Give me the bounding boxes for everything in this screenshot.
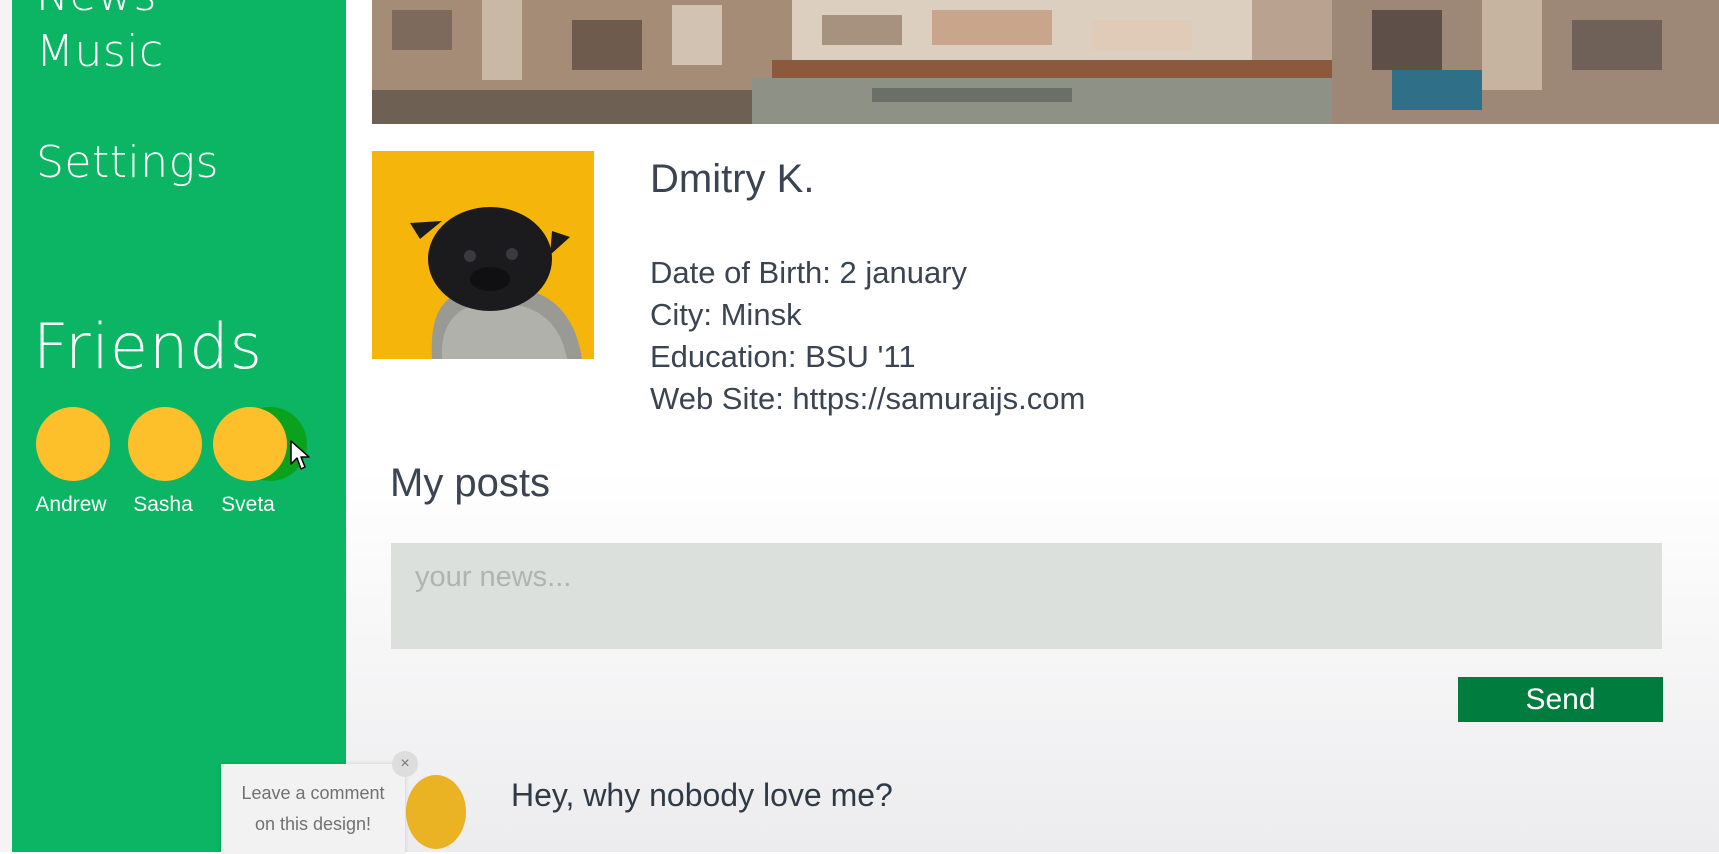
friend-name[interactable]: Sasha xyxy=(118,493,208,517)
friend-sveta[interactable]: Sveta xyxy=(203,407,307,517)
profile-website[interactable]: Web Site: https://samuraijs.com xyxy=(650,381,1085,417)
friend-avatar[interactable] xyxy=(36,407,110,481)
comment-widget-line2[interactable]: on this design! xyxy=(221,809,405,840)
news-input[interactable] xyxy=(391,543,1662,649)
my-posts-title: My posts xyxy=(390,461,551,505)
header-banner-image xyxy=(372,0,1719,124)
mouse-cursor-icon xyxy=(290,440,310,470)
nav-item-settings[interactable]: Settings xyxy=(36,141,219,185)
friend-andrew[interactable]: Andrew xyxy=(26,407,116,517)
venice-canal-photo xyxy=(372,0,1719,124)
friend-avatar[interactable] xyxy=(128,407,202,481)
post-avatar xyxy=(406,775,466,849)
friend-sasha[interactable]: Sasha xyxy=(118,407,208,517)
profile-education: Education: BSU '11 xyxy=(650,339,916,374)
friend-name[interactable]: Sveta xyxy=(203,493,293,517)
profile-content: Dmitry K. Date of Birth: 2 january City:… xyxy=(346,0,1719,852)
friend-avatar[interactable] xyxy=(213,407,287,481)
post-text: Hey, why nobody love me? xyxy=(511,777,893,813)
send-button[interactable]: Send xyxy=(1458,677,1663,722)
nav-item-news[interactable]: News xyxy=(36,0,157,18)
pug-photo-icon xyxy=(372,151,594,359)
comment-widget-line1[interactable]: Leave a comment xyxy=(221,778,405,809)
friends-title: Friends xyxy=(33,310,263,383)
leave-comment-widget[interactable]: Leave a comment on this design! xyxy=(221,764,405,854)
profile-date-of-birth: Date of Birth: 2 january xyxy=(650,255,968,290)
profile-city: City: Minsk xyxy=(650,297,802,332)
sidebar: News Music Settings Friends Andrew Sasha… xyxy=(12,0,346,852)
close-icon[interactable]: × xyxy=(392,751,418,777)
profile-photo xyxy=(372,151,594,359)
window-edge xyxy=(0,0,12,852)
profile-name: Dmitry K. xyxy=(650,157,815,201)
friend-name[interactable]: Andrew xyxy=(26,493,116,517)
nav-item-music[interactable]: Music xyxy=(36,30,164,74)
